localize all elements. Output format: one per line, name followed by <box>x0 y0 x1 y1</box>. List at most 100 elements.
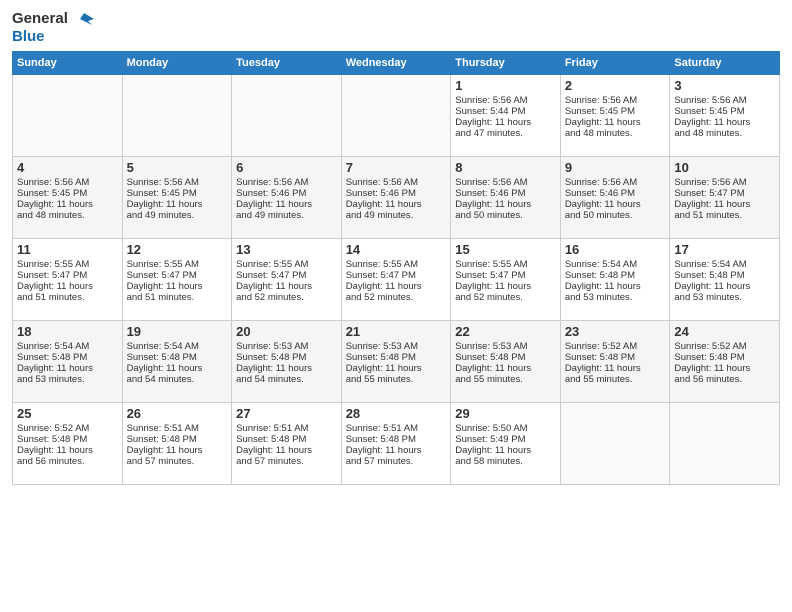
calendar-cell: 11Sunrise: 5:55 AMSunset: 5:47 PMDayligh… <box>13 239 123 321</box>
calendar-cell: 28Sunrise: 5:51 AMSunset: 5:48 PMDayligh… <box>341 403 451 485</box>
calendar-cell: 20Sunrise: 5:53 AMSunset: 5:48 PMDayligh… <box>232 321 342 403</box>
week-row-5: 25Sunrise: 5:52 AMSunset: 5:48 PMDayligh… <box>13 403 780 485</box>
cell-info: Sunset: 5:48 PM <box>346 434 447 445</box>
weekday-header-wednesday: Wednesday <box>341 52 451 75</box>
calendar-cell: 25Sunrise: 5:52 AMSunset: 5:48 PMDayligh… <box>13 403 123 485</box>
cell-info: Daylight: 11 hours <box>236 363 337 374</box>
day-number: 9 <box>565 160 666 175</box>
cell-info: Sunset: 5:48 PM <box>236 434 337 445</box>
week-row-4: 18Sunrise: 5:54 AMSunset: 5:48 PMDayligh… <box>13 321 780 403</box>
cell-info: and 55 minutes. <box>455 374 556 385</box>
cell-info: Daylight: 11 hours <box>674 117 775 128</box>
day-number: 3 <box>674 78 775 93</box>
cell-info: Sunrise: 5:51 AM <box>346 423 447 434</box>
weekday-header-thursday: Thursday <box>451 52 561 75</box>
day-number: 13 <box>236 242 337 257</box>
cell-info: Daylight: 11 hours <box>127 445 228 456</box>
cell-info: and 49 minutes. <box>346 210 447 221</box>
cell-info: Daylight: 11 hours <box>674 363 775 374</box>
cell-info: Sunrise: 5:54 AM <box>565 259 666 270</box>
day-number: 22 <box>455 324 556 339</box>
cell-info: Daylight: 11 hours <box>565 281 666 292</box>
cell-info: Sunset: 5:48 PM <box>455 352 556 363</box>
cell-info: Sunset: 5:49 PM <box>455 434 556 445</box>
cell-info: and 53 minutes. <box>565 292 666 303</box>
cell-info: Daylight: 11 hours <box>674 199 775 210</box>
calendar-cell <box>232 75 342 157</box>
logo: General Blue <box>12 10 94 45</box>
cell-info: and 49 minutes. <box>127 210 228 221</box>
cell-info: Sunset: 5:48 PM <box>17 434 118 445</box>
cell-info: Sunset: 5:48 PM <box>127 352 228 363</box>
day-number: 5 <box>127 160 228 175</box>
cell-info: Sunrise: 5:54 AM <box>127 341 228 352</box>
cell-info: Sunset: 5:44 PM <box>455 106 556 117</box>
calendar-cell: 27Sunrise: 5:51 AMSunset: 5:48 PMDayligh… <box>232 403 342 485</box>
weekday-header-monday: Monday <box>122 52 232 75</box>
cell-info: Sunset: 5:45 PM <box>674 106 775 117</box>
cell-info: and 54 minutes. <box>127 374 228 385</box>
cell-info: Sunrise: 5:52 AM <box>674 341 775 352</box>
week-row-2: 4Sunrise: 5:56 AMSunset: 5:45 PMDaylight… <box>13 157 780 239</box>
day-number: 24 <box>674 324 775 339</box>
day-number: 29 <box>455 406 556 421</box>
cell-info: Daylight: 11 hours <box>346 281 447 292</box>
cell-info: Sunrise: 5:55 AM <box>455 259 556 270</box>
cell-info: Daylight: 11 hours <box>17 363 118 374</box>
cell-info: Sunrise: 5:55 AM <box>17 259 118 270</box>
calendar-cell: 8Sunrise: 5:56 AMSunset: 5:46 PMDaylight… <box>451 157 561 239</box>
calendar-cell: 10Sunrise: 5:56 AMSunset: 5:47 PMDayligh… <box>670 157 780 239</box>
day-number: 26 <box>127 406 228 421</box>
page-container: General Blue SundayMondayTuesdayWednesda… <box>0 0 792 491</box>
calendar-table: SundayMondayTuesdayWednesdayThursdayFrid… <box>12 51 780 485</box>
calendar-cell: 15Sunrise: 5:55 AMSunset: 5:47 PMDayligh… <box>451 239 561 321</box>
logo-bird-icon <box>74 11 94 27</box>
cell-info: Daylight: 11 hours <box>236 199 337 210</box>
cell-info: Sunset: 5:48 PM <box>565 352 666 363</box>
calendar-cell: 21Sunrise: 5:53 AMSunset: 5:48 PMDayligh… <box>341 321 451 403</box>
cell-info: Sunset: 5:47 PM <box>17 270 118 281</box>
calendar-cell: 23Sunrise: 5:52 AMSunset: 5:48 PMDayligh… <box>560 321 670 403</box>
day-number: 27 <box>236 406 337 421</box>
cell-info: Sunrise: 5:53 AM <box>236 341 337 352</box>
day-number: 21 <box>346 324 447 339</box>
calendar-cell <box>13 75 123 157</box>
calendar-cell: 26Sunrise: 5:51 AMSunset: 5:48 PMDayligh… <box>122 403 232 485</box>
calendar-cell <box>560 403 670 485</box>
cell-info: Sunrise: 5:56 AM <box>346 177 447 188</box>
cell-info: and 54 minutes. <box>236 374 337 385</box>
day-number: 17 <box>674 242 775 257</box>
cell-info: Sunset: 5:48 PM <box>17 352 118 363</box>
cell-info: Sunrise: 5:55 AM <box>127 259 228 270</box>
day-number: 6 <box>236 160 337 175</box>
cell-info: Daylight: 11 hours <box>455 117 556 128</box>
calendar-cell: 14Sunrise: 5:55 AMSunset: 5:47 PMDayligh… <box>341 239 451 321</box>
cell-info: and 55 minutes. <box>346 374 447 385</box>
cell-info: Sunrise: 5:52 AM <box>565 341 666 352</box>
calendar-cell: 7Sunrise: 5:56 AMSunset: 5:46 PMDaylight… <box>341 157 451 239</box>
cell-info: and 52 minutes. <box>455 292 556 303</box>
day-number: 20 <box>236 324 337 339</box>
cell-info: Sunset: 5:46 PM <box>236 188 337 199</box>
cell-info: and 49 minutes. <box>236 210 337 221</box>
cell-info: Daylight: 11 hours <box>17 445 118 456</box>
cell-info: and 57 minutes. <box>236 456 337 467</box>
day-number: 14 <box>346 242 447 257</box>
cell-info: Sunrise: 5:54 AM <box>17 341 118 352</box>
day-number: 19 <box>127 324 228 339</box>
cell-info: and 56 minutes. <box>17 456 118 467</box>
calendar-cell <box>122 75 232 157</box>
cell-info: and 52 minutes. <box>236 292 337 303</box>
calendar-cell: 4Sunrise: 5:56 AMSunset: 5:45 PMDaylight… <box>13 157 123 239</box>
cell-info: Sunrise: 5:56 AM <box>674 95 775 106</box>
calendar-cell: 17Sunrise: 5:54 AMSunset: 5:48 PMDayligh… <box>670 239 780 321</box>
day-number: 16 <box>565 242 666 257</box>
cell-info: Daylight: 11 hours <box>565 117 666 128</box>
calendar-cell: 19 Sunrise: 5:54 AMSunset: 5:48 PMDayligh… <box>122 321 232 403</box>
calendar-cell <box>670 403 780 485</box>
logo-blue: Blue <box>12 28 45 45</box>
cell-info: and 51 minutes. <box>674 210 775 221</box>
cell-info: Sunrise: 5:56 AM <box>674 177 775 188</box>
cell-info: Daylight: 11 hours <box>127 363 228 374</box>
cell-info: Sunset: 5:45 PM <box>17 188 118 199</box>
